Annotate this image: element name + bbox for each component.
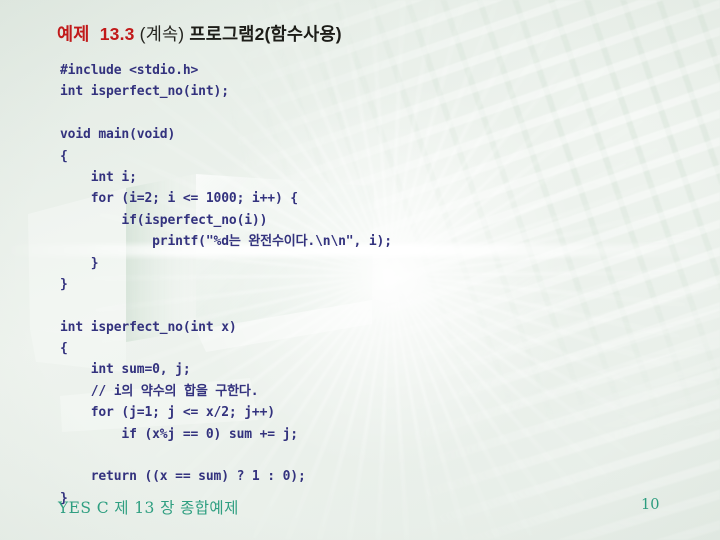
- code-line: {: [60, 148, 68, 164]
- page-number: 10: [641, 497, 660, 513]
- code-line: {: [60, 341, 68, 357]
- code-line: void main(void): [60, 127, 176, 143]
- code-line: }: [60, 255, 99, 271]
- code-line: // i의 약수의 합을 구한다.: [60, 383, 259, 399]
- code-line: int isperfect_no(int);: [60, 84, 229, 100]
- code-line: return ((x == sum) ? 1 : 0);: [60, 469, 306, 485]
- slide-title: 예제 13.3 (계속) 프로그램2(함수사용): [57, 23, 342, 45]
- title-example-label: 예제: [57, 24, 90, 44]
- code-line: for (j=1; j <= x/2; j++): [60, 405, 275, 421]
- code-line: if (x%j == 0) sum += j;: [60, 426, 298, 442]
- code-line: printf("%d는 완전수이다.\n\n", i);: [60, 234, 392, 250]
- code-line: for (i=2; i <= 1000; i++) {: [60, 191, 298, 207]
- code-line: if(isperfect_no(i)): [60, 212, 268, 228]
- presentation-slide: 예제 13.3 (계속) 프로그램2(함수사용) #include <stdio…: [0, 0, 720, 540]
- code-line: int isperfect_no(int x): [60, 319, 237, 335]
- title-example-number: 13.3: [99, 24, 135, 44]
- code-line: }: [60, 276, 68, 292]
- code-line: int i;: [60, 169, 137, 185]
- title-spacer-1: [90, 24, 100, 44]
- c-source-code-block: #include <stdio.h> int isperfect_no(int);…: [60, 60, 392, 509]
- slide-footer: YES C 제 13 장 종합예제: [58, 499, 239, 517]
- slide-content: 예제 13.3 (계속) 프로그램2(함수사용) #include <stdio…: [0, 0, 720, 540]
- code-line: int sum=0, j;: [60, 362, 191, 378]
- title-subject: 프로그램2(함수사용): [189, 24, 342, 44]
- title-continued-label: (계속): [139, 24, 185, 44]
- code-line: #include <stdio.h>: [60, 63, 199, 78]
